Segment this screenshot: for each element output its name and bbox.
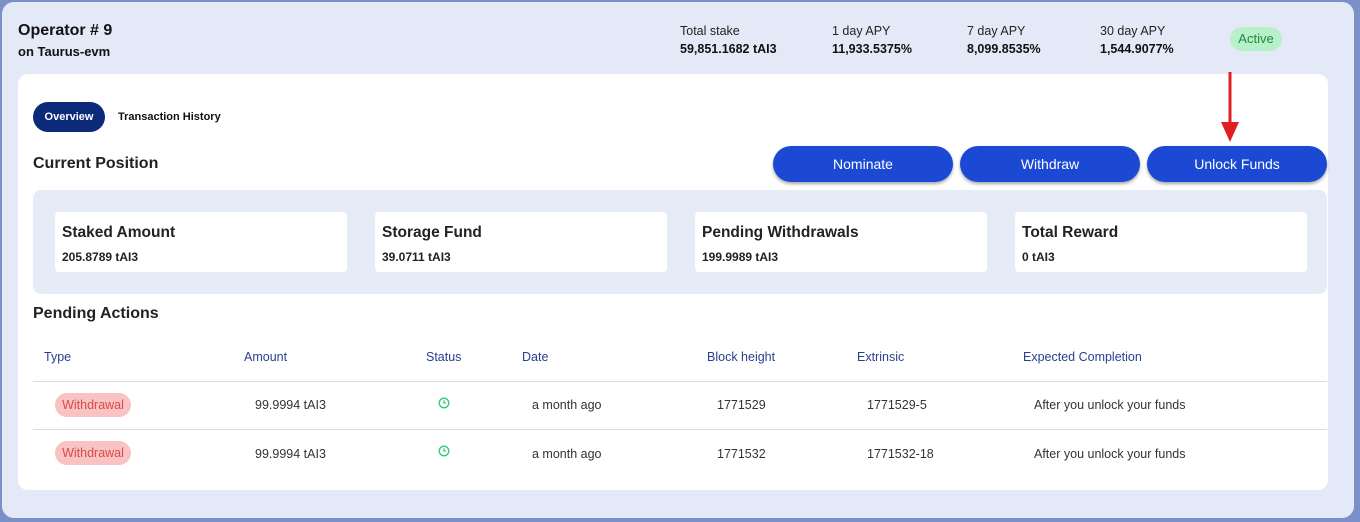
row-block-height: 1771532: [717, 447, 766, 461]
box-title: Pending Withdrawals: [702, 224, 859, 241]
tab-overview[interactable]: Overview: [33, 102, 105, 132]
column-header-block-height: Block height: [707, 350, 776, 364]
row-divider: [33, 429, 1327, 430]
pending-withdrawals-box: Pending Withdrawals 199.9989 tAI3: [695, 212, 987, 272]
column-header-date: Date: [522, 350, 549, 364]
box-value: 205.8789 tAI3: [62, 250, 139, 264]
stat-value: 59,851.1682 tAI3: [680, 42, 777, 56]
box-value: 39.0711 tAI3: [382, 250, 451, 264]
stat-value: 11,933.5375%: [832, 42, 912, 56]
box-title: Storage Fund: [382, 224, 482, 241]
pending-actions-title: Pending Actions: [33, 305, 159, 322]
stat-label: 30 day APY: [1100, 24, 1166, 38]
row-date: a month ago: [532, 398, 602, 412]
storage-fund-box: Storage Fund 39.0711 tAI3: [375, 212, 667, 272]
row-date: a month ago: [532, 447, 602, 461]
staked-amount-box: Staked Amount 205.8789 tAI3: [55, 212, 347, 272]
row-expected-completion: After you unlock your funds: [1034, 447, 1186, 461]
stat-label: 7 day APY: [967, 24, 1026, 38]
row-divider: [33, 381, 1327, 382]
stat-label: Total stake: [680, 24, 740, 38]
column-header-type: Type: [44, 350, 72, 364]
position-summary: Staked Amount 205.8789 tAI3 Storage Fund…: [33, 190, 1327, 294]
nominate-button[interactable]: Nominate: [773, 146, 953, 182]
row-expected-completion: After you unlock your funds: [1034, 398, 1186, 412]
row-block-height: 1771529: [717, 398, 766, 412]
clock-icon: [438, 445, 450, 457]
stat-value: 8,099.8535%: [967, 42, 1041, 56]
operator-card: Overview Transaction History Current Pos…: [18, 74, 1328, 490]
box-value: 0 tAI3: [1022, 250, 1055, 264]
row-amount: 99.9994 tAI3: [255, 398, 326, 412]
status-badge: Active: [1230, 27, 1282, 51]
unlock-funds-button[interactable]: Unlock Funds: [1147, 146, 1327, 182]
stat-label: 1 day APY: [832, 24, 891, 38]
withdrawal-badge: Withdrawal: [55, 441, 131, 465]
column-header-expected-completion: Expected Completion: [1023, 350, 1142, 364]
operator-network: on Taurus-evm: [18, 44, 111, 59]
column-header-amount: Amount: [244, 350, 288, 364]
stat-total-stake: Total stake 59,851.1682 tAI3: [680, 24, 777, 56]
row-amount: 99.9994 tAI3: [255, 447, 326, 461]
box-title: Staked Amount: [62, 224, 176, 241]
withdrawal-badge: Withdrawal: [55, 393, 131, 417]
stat-value: 1,544.9077%: [1100, 42, 1174, 56]
column-header-status: Status: [426, 350, 462, 364]
box-value: 199.9989 tAI3: [702, 250, 779, 264]
tab-transaction-history[interactable]: Transaction History: [118, 102, 221, 132]
stat-30day-apy: 30 day APY 1,544.9077%: [1100, 24, 1174, 56]
clock-icon: [438, 397, 450, 409]
annotation-arrow-icon: [1221, 72, 1239, 142]
box-title: Total Reward: [1022, 224, 1119, 241]
withdraw-button[interactable]: Withdraw: [960, 146, 1140, 182]
row-extrinsic: 1771529-5: [867, 398, 927, 412]
column-header-extrinsic: Extrinsic: [857, 350, 905, 364]
operator-title: Operator # 9: [18, 22, 113, 39]
row-extrinsic: 1771532-18: [867, 447, 934, 461]
operator-page: Operator # 9 on Taurus-evm Total stake 5…: [2, 2, 1354, 518]
stat-7day-apy: 7 day APY 8,099.8535%: [967, 24, 1041, 56]
stat-1day-apy: 1 day APY 11,933.5375%: [832, 24, 912, 56]
current-position-title: Current Position: [33, 155, 159, 172]
total-reward-box: Total Reward 0 tAI3: [1015, 212, 1307, 272]
